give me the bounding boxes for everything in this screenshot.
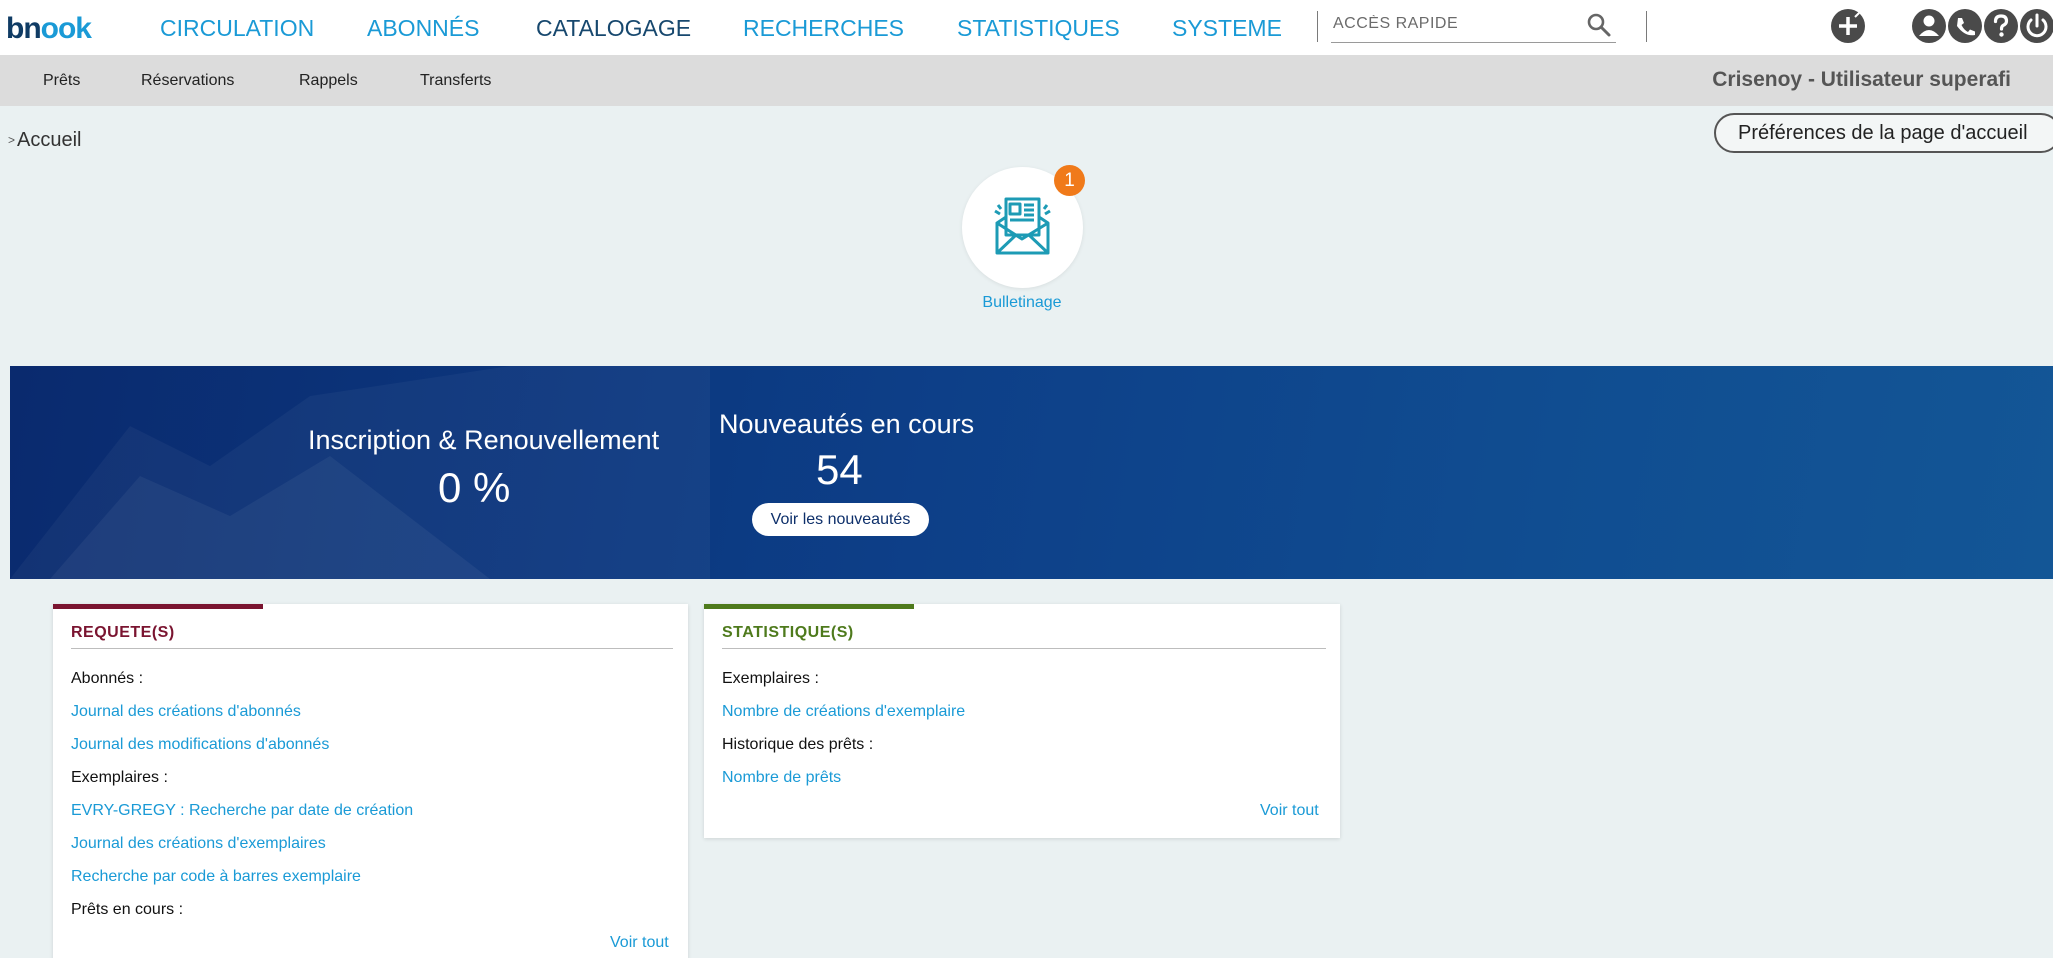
top-navbar: bnook CIRCULATION ABONNÉS CATALOGAGE REC…: [0, 0, 2053, 55]
list-heading: Historique des prêts :: [722, 736, 874, 753]
nav-systeme[interactable]: SYSTEME: [1172, 15, 1282, 42]
requetes-card-title: REQUETE(S): [71, 624, 175, 641]
current-user-label: Crisenoy - Utilisateur superafi: [1712, 68, 2011, 91]
power-icon[interactable]: [2018, 7, 2053, 45]
kpi-nouveautes-value: 54: [816, 446, 863, 493]
nav-divider: [1317, 11, 1318, 42]
requetes-see-all-link[interactable]: Voir tout: [610, 934, 669, 952]
list-item-link[interactable]: EVRY-GREGY : Recherche par date de créat…: [71, 802, 413, 820]
subnav-rappels[interactable]: Rappels: [299, 72, 358, 90]
nav-recherches[interactable]: RECHERCHES: [743, 15, 904, 42]
card-divider: [71, 648, 673, 649]
list-heading: Exemplaires :: [71, 769, 168, 786]
help-icon[interactable]: [1982, 7, 2020, 45]
search-icon[interactable]: [1586, 12, 1612, 38]
requetes-card: REQUETE(S) Abonnés : Journal des créatio…: [53, 604, 688, 958]
breadcrumb-current[interactable]: Accueil: [17, 129, 81, 151]
breadcrumb-arrow-icon: >: [8, 133, 16, 147]
breadcrumb: > Accueil: [8, 129, 82, 152]
list-item-link[interactable]: Journal des modifications d'abonnés: [71, 736, 329, 754]
kpi-nouveautes-title: Nouveautés en cours: [719, 409, 975, 439]
kpi-inscription-title: Inscription & Renouvellement: [308, 425, 660, 455]
newsletter-envelope-icon: [994, 197, 1051, 255]
list-item-link[interactable]: Nombre de prêts: [722, 769, 841, 787]
notification-badge: 1: [1054, 165, 1085, 196]
sub-navbar: Prêts Réservations Rappels Transferts Cr…: [0, 55, 2053, 106]
see-new-items-button[interactable]: Voir les nouveautés: [752, 503, 929, 536]
statistiques-card-title: STATISTIQUE(S): [722, 624, 854, 641]
card-accent-bar: [53, 604, 263, 609]
kpi-inscription-value: 0 %: [438, 464, 511, 511]
nav-catalogage[interactable]: CATALOGAGE: [536, 15, 691, 42]
nav-abonnes[interactable]: ABONNÉS: [367, 15, 479, 42]
add-icon[interactable]: [1829, 7, 1867, 45]
shortcut-bulletinage-label[interactable]: Bulletinage: [922, 294, 1122, 312]
subnav-transferts[interactable]: Transferts: [420, 72, 491, 90]
list-item-link[interactable]: Journal des créations d'abonnés: [71, 703, 301, 721]
nav-divider: [1646, 11, 1647, 42]
list-heading: Abonnés :: [71, 670, 144, 687]
phone-icon[interactable]: [1946, 7, 1984, 45]
kpi-banner: [10, 366, 2053, 579]
nav-statistiques[interactable]: STATISTIQUES: [957, 15, 1120, 42]
card-divider: [722, 648, 1326, 649]
app-logo[interactable]: bnook: [6, 12, 92, 46]
subnav-prets[interactable]: Prêts: [43, 72, 80, 90]
statistiques-card: STATISTIQUE(S) Exemplaires : Nombre de c…: [704, 604, 1340, 838]
list-heading: Prêts en cours :: [71, 901, 184, 918]
quick-search-input[interactable]: [1331, 8, 1581, 40]
list-item-link[interactable]: Recherche par code à barres exemplaire: [71, 868, 361, 886]
user-icon[interactable]: [1910, 7, 1948, 45]
list-heading: Exemplaires :: [722, 670, 819, 687]
list-item-link[interactable]: Nombre de créations d'exemplaire: [722, 703, 965, 721]
list-item-link[interactable]: Journal des créations d'exemplaires: [71, 835, 326, 853]
card-accent-bar: [704, 604, 914, 609]
nav-circulation[interactable]: CIRCULATION: [160, 15, 314, 42]
subnav-reservations[interactable]: Réservations: [141, 72, 234, 90]
banner-decoration: [10, 366, 710, 579]
statistiques-see-all-link[interactable]: Voir tout: [1260, 802, 1319, 820]
homepage-preferences-button[interactable]: Préférences de la page d'accueil: [1714, 113, 2053, 153]
quick-search: [1331, 8, 1616, 43]
